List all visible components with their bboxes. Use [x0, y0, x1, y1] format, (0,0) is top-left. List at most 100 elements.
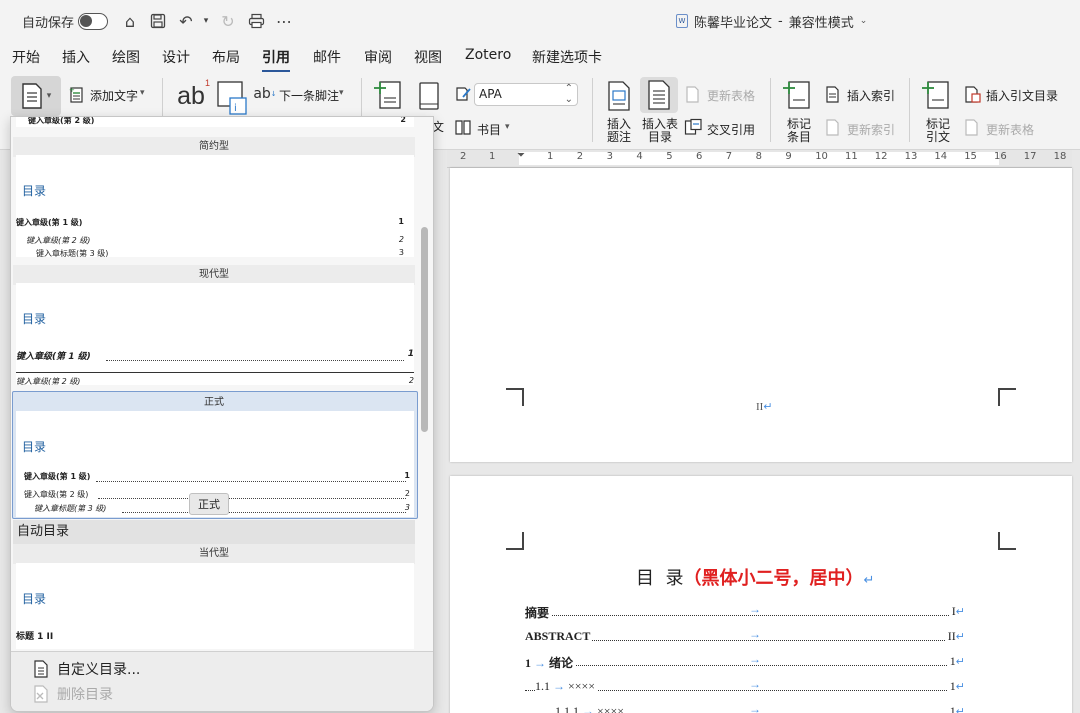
- page-number: II↵: [756, 400, 773, 413]
- bibliography-label[interactable]: 书目: [477, 121, 501, 138]
- next-footnote-icon[interactable]: ab ↓: [253, 85, 276, 103]
- tab-4[interactable]: 布局: [212, 47, 240, 67]
- insert-table-of-authorities-label[interactable]: 插入引文目录: [986, 87, 1058, 104]
- gallery-scrollbar[interactable]: [421, 227, 428, 432]
- manage-sources-button[interactable]: [416, 80, 442, 114]
- toc-entry[interactable]: 1 → 绪论 → 1↵: [525, 652, 965, 672]
- update-table-label[interactable]: 更新表格: [707, 87, 755, 104]
- tab-10[interactable]: 新建选项卡: [532, 47, 602, 67]
- crop-mark: [506, 532, 524, 550]
- row-page: 2: [404, 489, 410, 498]
- bibliography-chevron-icon[interactable]: ▾: [505, 122, 510, 132]
- tab-8[interactable]: 视图: [414, 47, 442, 67]
- delete-toc-menu-item[interactable]: 删除目录: [33, 683, 113, 705]
- updown-chevron-icon: ⌃ ⌄: [564, 83, 573, 105]
- toc-entry[interactable]: 1.1 → ×××× → 1↵: [525, 677, 965, 697]
- citation-style-value: APA: [479, 87, 502, 101]
- toc-entry[interactable]: ABSTRACT → II↵: [525, 627, 965, 647]
- insert-table-of-figures-button[interactable]: [640, 77, 678, 113]
- toc-entry[interactable]: 摘要 → I↵: [525, 602, 965, 622]
- bibliography-icon[interactable]: [454, 118, 472, 136]
- toc-entry[interactable]: 1.1.1 → ×××× → 1↵: [525, 702, 965, 713]
- ruler-number: 2: [576, 151, 584, 162]
- tab-3[interactable]: 设计: [162, 47, 190, 67]
- redo-icon[interactable]: ↻: [218, 11, 238, 31]
- crop-mark: [998, 532, 1016, 550]
- mark-entry-label[interactable]: 标记 条目: [787, 118, 811, 144]
- indent-marker-icon[interactable]: ⏷: [517, 150, 525, 161]
- row-label: 键入章级(第 2 级): [26, 236, 91, 245]
- tab-6[interactable]: 邮件: [313, 47, 341, 67]
- undo-icon[interactable]: ↶: [176, 11, 196, 31]
- paragraph-mark-icon: ↵: [955, 631, 965, 643]
- insert-citation-icon: [374, 81, 401, 109]
- toc-style-simple[interactable]: 目录 键入章级(第 1 级) 1 键入章级(第 2 级) 2 键入章标题(第 3 级…: [16, 155, 414, 257]
- toc-style-contemporary[interactable]: 目录 标题 1 II: [16, 563, 414, 649]
- more-icon[interactable]: ⋯: [274, 11, 294, 31]
- add-text-chevron-icon[interactable]: ▾: [140, 88, 145, 98]
- table-of-contents-button[interactable]: ▾: [11, 76, 61, 116]
- tab-7[interactable]: 审阅: [364, 47, 392, 67]
- update-index-label[interactable]: 更新索引: [847, 121, 895, 138]
- tab-2[interactable]: 绘图: [112, 47, 140, 67]
- insert-caption-icon[interactable]: [606, 80, 632, 112]
- word-doc-icon: W: [676, 14, 688, 28]
- ruler-number: 2: [460, 151, 467, 162]
- toc-preview-row: 键入章级(第 2 级) 2: [16, 376, 414, 385]
- partial-style-card[interactable]: 键入章级(第 2 级) 2: [16, 117, 414, 127]
- horizontal-ruler[interactable]: 2 1 1 2 3 4 5 6 7 8 9 10 11 12 13 14 15 16 17 18 ⏷: [447, 150, 1072, 168]
- insert-table-of-authorities-icon[interactable]: [963, 85, 981, 103]
- update-table-authorities-icon[interactable]: [963, 118, 979, 136]
- save-icon[interactable]: [148, 11, 168, 31]
- next-footnote-chevron-icon[interactable]: ▾: [339, 88, 344, 98]
- document-page-2[interactable]: 目 录（黑体小二号，居中）↵ 摘要 → I↵ ABSTRACT → II↵ 1 → 绪论 → 1…: [450, 476, 1072, 713]
- mark-entry-icon[interactable]: [781, 78, 813, 112]
- tab-1[interactable]: 插入: [62, 47, 90, 67]
- insert-caption-label[interactable]: 插入 题注: [607, 118, 631, 144]
- mark-citation-icon[interactable]: [920, 78, 952, 112]
- tab-0[interactable]: 开始: [12, 47, 40, 67]
- insert-index-icon[interactable]: [824, 85, 840, 103]
- home-icon[interactable]: ⌂: [120, 11, 140, 31]
- footnote-badge: 1: [204, 78, 210, 88]
- toc-preview-row: 键入章标题(第 3 级) 3: [36, 248, 404, 257]
- dot-leader: [106, 360, 404, 361]
- add-text-icon[interactable]: +: [68, 85, 84, 103]
- insert-footnote-button[interactable]: ab 1: [174, 78, 210, 112]
- title-bar: 自动保存 ⌂ ↶ ▾ ↻ ⋯ W 陈馨毕业论文 - 兼容性模式 ⌄: [0, 0, 1080, 42]
- undo-dropdown-chevron-icon[interactable]: ▾: [196, 11, 216, 31]
- print-icon[interactable]: [246, 11, 266, 31]
- custom-toc-menu-item[interactable]: 自定义目录...: [33, 658, 140, 680]
- document-page-1[interactable]: II↵: [450, 168, 1072, 462]
- insert-index-label[interactable]: 插入索引: [847, 87, 895, 104]
- tab-9[interactable]: Zotero: [465, 47, 511, 63]
- cross-reference-icon[interactable]: [684, 118, 702, 136]
- toc-entry-page: I↵: [949, 604, 965, 619]
- next-footnote-label[interactable]: 下一条脚注: [279, 87, 339, 104]
- mark-entry-line-1: 标记: [787, 117, 812, 131]
- toc-heading-text: 目 录: [636, 568, 684, 589]
- mark-citation-label[interactable]: 标记 引文: [926, 118, 950, 144]
- insert-table-of-figures-label[interactable]: 插入表 目录: [642, 118, 678, 144]
- cross-reference-label[interactable]: 交叉引用: [707, 121, 755, 138]
- toc-heading: 目 录（黑体小二号，居中）↵: [636, 564, 874, 590]
- ribbon-separator: [592, 78, 593, 142]
- citation-style-select[interactable]: APA ⌃ ⌄: [474, 83, 578, 106]
- ruler-number: 9: [785, 151, 792, 162]
- insert-endnote-button[interactable]: i: [216, 80, 248, 116]
- tab-arrow-icon: →: [749, 677, 761, 691]
- document-title: 陈馨毕业论文: [694, 15, 773, 31]
- toc-style-modern[interactable]: 目录 键入章级(第 1 级) 1 键入章级(第 2 级) 2: [16, 283, 414, 385]
- insert-citation-button[interactable]: [372, 78, 406, 114]
- update-table-authorities-label[interactable]: 更新表格: [986, 121, 1034, 138]
- update-table-icon[interactable]: [684, 85, 700, 103]
- partial-row: 键入章级(第 2 级) 2: [28, 117, 406, 126]
- autosave-toggle[interactable]: [78, 13, 108, 30]
- paragraph-mark-icon: ↵: [955, 656, 965, 668]
- document-title-area[interactable]: W 陈馨毕业论文 - 兼容性模式 ⌄: [676, 0, 867, 42]
- dot-leader: [122, 512, 406, 513]
- add-text-label[interactable]: 添加文字: [90, 87, 138, 104]
- update-index-icon[interactable]: [824, 118, 840, 136]
- tab-5[interactable]: 引用: [262, 47, 290, 73]
- row-page: 3: [398, 248, 404, 257]
